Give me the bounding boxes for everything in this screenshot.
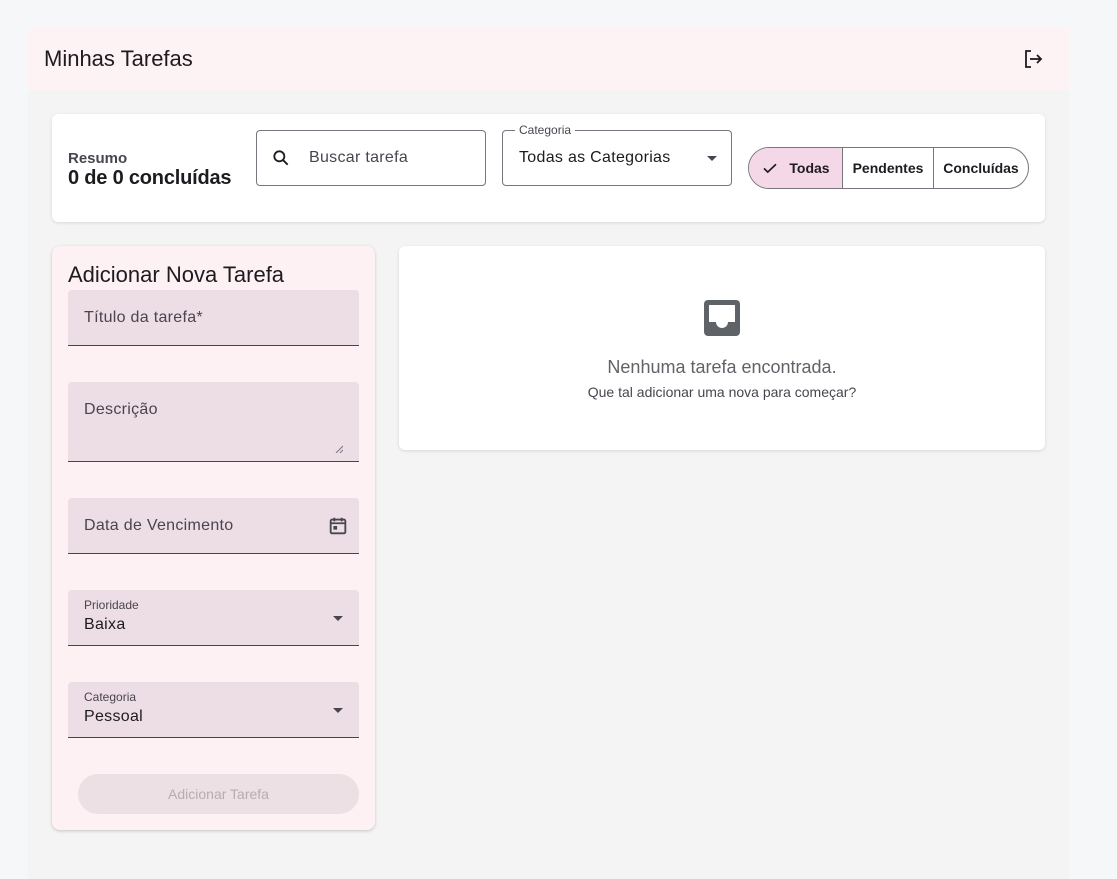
new-task-form: Adicionar Nova Tarefa Título da tarefa* … [52, 246, 375, 830]
status-filter-done-label: Concluídas [943, 160, 1019, 176]
status-filter-all-label: Todas [789, 160, 830, 176]
dropdown-arrow-icon [333, 708, 343, 713]
inbox-icon [704, 300, 740, 336]
category-select[interactable]: Categoria Pessoal [68, 682, 359, 738]
empty-state-subtitle: Que tal adicionar uma nova para começar? [587, 384, 857, 400]
empty-state-title: Nenhuma tarefa encontrada. [607, 357, 837, 377]
app-bar: Minhas Tarefas [28, 28, 1069, 90]
app-container: Minhas Tarefas Resumo 0 de 0 concluídas … [28, 28, 1069, 879]
search-field[interactable] [256, 130, 486, 186]
category-value: Pessoal [84, 708, 144, 725]
search-icon [273, 150, 289, 166]
task-title-placeholder: Título da tarefa* [84, 309, 203, 326]
category-label: Categoria [84, 690, 137, 704]
task-list-empty-state: Nenhuma tarefa encontrada. Que tal adici… [399, 246, 1045, 450]
dropdown-arrow-icon [707, 155, 717, 161]
add-task-button[interactable]: Adicionar Tarefa [78, 774, 359, 814]
priority-value: Baixa [84, 616, 126, 633]
status-filter-pending[interactable]: Pendentes [843, 148, 934, 188]
summary-label: Resumo [68, 150, 128, 167]
summary-value: 0 de 0 concluídas [68, 167, 232, 189]
category-filter-select[interactable]: Categoria Todas as Categorias [502, 123, 732, 186]
due-date-field[interactable]: Data de Vencimento [68, 498, 359, 554]
dropdown-arrow-icon [333, 616, 343, 621]
category-filter-value: Todas as Categorias [519, 149, 671, 166]
status-filter-all[interactable]: Todas [749, 148, 843, 188]
status-filter-group: Todas Pendentes Concluídas [748, 147, 1029, 189]
check-icon [763, 163, 777, 174]
resize-handle-icon[interactable] [335, 445, 343, 453]
priority-label: Prioridade [84, 598, 139, 612]
logout-button[interactable] [1021, 47, 1045, 71]
page-title: Minhas Tarefas [44, 46, 193, 71]
form-title: Adicionar Nova Tarefa [68, 262, 285, 287]
logout-icon [1025, 50, 1043, 68]
description-placeholder: Descrição [84, 401, 158, 418]
status-filter-done[interactable]: Concluídas [934, 148, 1028, 188]
description-field[interactable]: Descrição [68, 382, 359, 462]
status-filter-pending-label: Pendentes [852, 160, 924, 176]
task-title-field[interactable]: Título da tarefa* [68, 290, 359, 346]
filter-bar: Resumo 0 de 0 concluídas Categoria Todas… [52, 114, 1045, 222]
category-filter-label: Categoria [515, 123, 576, 137]
due-date-placeholder: Data de Vencimento [84, 517, 234, 534]
search-input[interactable] [309, 149, 469, 167]
calendar-icon[interactable] [327, 515, 349, 537]
priority-select[interactable]: Prioridade Baixa [68, 590, 359, 646]
